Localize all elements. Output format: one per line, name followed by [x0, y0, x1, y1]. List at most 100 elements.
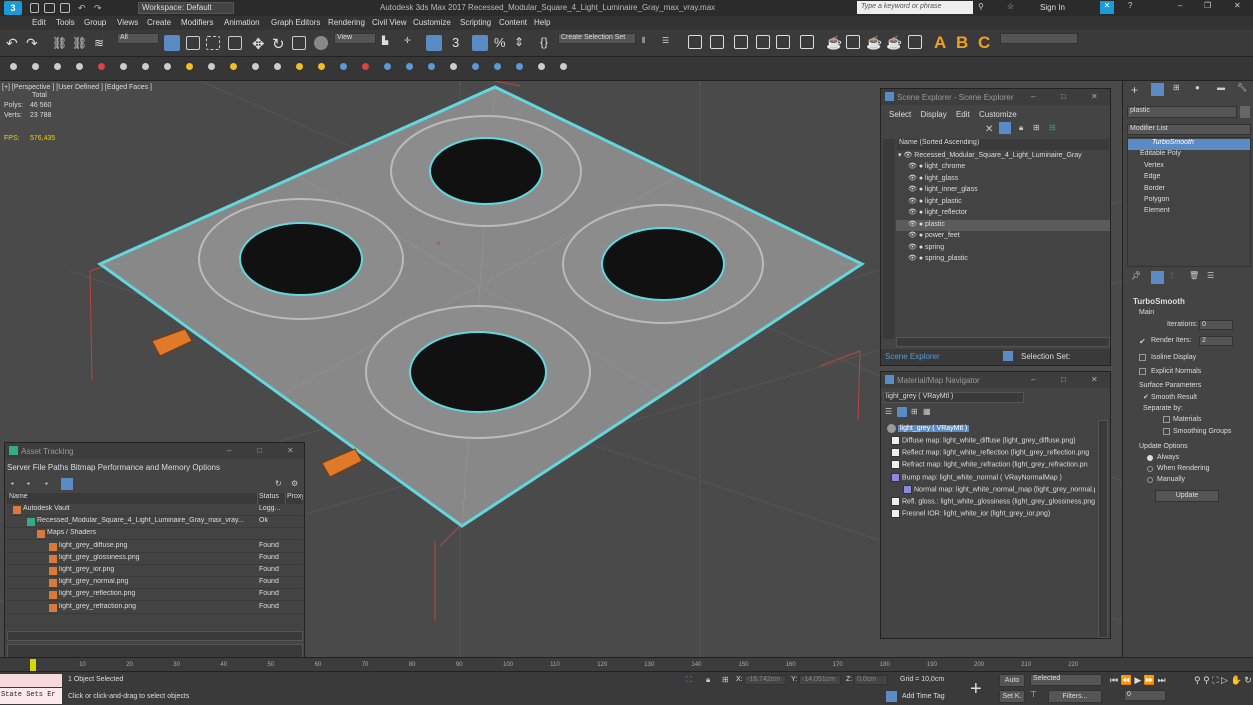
- materials-checkbox[interactable]: [1163, 416, 1170, 423]
- menu-customize[interactable]: Customize: [979, 110, 1017, 119]
- minimize-icon[interactable]: –: [1178, 1, 1182, 10]
- iterations-spinner[interactable]: 0: [1199, 320, 1233, 330]
- go-to-end-icon[interactable]: ⏭: [1158, 675, 1166, 685]
- save-file-icon[interactable]: [60, 3, 70, 13]
- material-map-row[interactable]: Diffuse map: light_white_diffuse (light_…: [891, 436, 1095, 447]
- redo-icon[interactable]: ↷: [94, 3, 104, 13]
- table-view-icon[interactable]: ▪: [11, 479, 14, 488]
- scene-explorer-dropdown[interactable]: Scene Explorer: [885, 352, 940, 361]
- configure-sets-icon[interactable]: ☰: [1207, 271, 1214, 280]
- z-coordinate[interactable]: 0,0cm: [854, 675, 888, 685]
- previous-frame-icon[interactable]: ⏪: [1121, 675, 1132, 685]
- explorer-hscroll[interactable]: [896, 337, 1110, 347]
- binoculars-icon[interactable]: ⚲: [978, 2, 984, 11]
- render-production-icon[interactable]: ☕: [866, 35, 882, 50]
- ribbon-tool-icon[interactable]: [98, 63, 105, 70]
- explicit-checkbox[interactable]: [1139, 368, 1146, 375]
- create-tab-icon[interactable]: +: [1131, 83, 1138, 97]
- lock-icon[interactable]: 🔒︎: [1019, 123, 1023, 133]
- ribbon-tool-icon[interactable]: [494, 63, 501, 70]
- current-frame-field[interactable]: 0: [1124, 690, 1166, 701]
- workspace-dropdown[interactable]: Workspace: Default: [138, 2, 234, 14]
- scale-icon[interactable]: [292, 36, 306, 50]
- auto-key-button[interactable]: Auto: [999, 674, 1025, 687]
- visibility-eye-icon[interactable]: 👁: [908, 244, 919, 251]
- ribbon-tool-icon[interactable]: [406, 63, 413, 70]
- menu-display[interactable]: Display: [920, 110, 946, 119]
- minimize-icon[interactable]: –: [227, 446, 231, 455]
- details-view-icon[interactable]: [61, 478, 73, 490]
- help-icon[interactable]: ?: [1128, 1, 1132, 10]
- scene-item-power-feet[interactable]: 👁 ● power_feet: [896, 231, 1110, 242]
- ribbon-tool-icon[interactable]: [164, 63, 171, 70]
- asset-row[interactable]: Recessed_Modular_Square_4_Light_Luminair…: [7, 517, 303, 529]
- snaps-toggle-icon[interactable]: 3: [452, 35, 466, 50]
- visibility-eye-icon[interactable]: 👁: [908, 175, 919, 182]
- clear-filter-icon[interactable]: ✕: [985, 124, 993, 135]
- zoom-icon[interactable]: ⚲: [1194, 675, 1201, 685]
- asset-row[interactable]: light_grey_normal.png Found: [7, 578, 303, 590]
- menu-help[interactable]: Help: [534, 18, 550, 27]
- menu-views[interactable]: Views: [117, 18, 138, 27]
- select-object-icon[interactable]: [164, 35, 180, 51]
- menu-edit[interactable]: Edit: [956, 110, 970, 119]
- menu-scripting[interactable]: Scripting: [460, 18, 491, 27]
- sign-in-link[interactable]: Sign In: [1040, 3, 1065, 12]
- rendered-frame-icon[interactable]: [846, 35, 860, 49]
- schematic-view-icon[interactable]: [776, 35, 790, 49]
- asset-path-field[interactable]: [7, 644, 303, 658]
- scene-root-row[interactable]: ▾ 👁 Recessed_Modular_Square_4_Light_Lumi…: [896, 151, 1110, 162]
- close-icon[interactable]: ✕: [287, 446, 294, 455]
- percent-snap-icon[interactable]: %: [494, 35, 508, 50]
- maximize-icon[interactable]: □: [257, 446, 262, 455]
- modifier-border[interactable]: Border: [1128, 185, 1250, 196]
- scene-item-light-glass[interactable]: 👁 ● light_glass: [896, 174, 1110, 185]
- new-file-icon[interactable]: [30, 3, 39, 13]
- undo-icon[interactable]: ↶: [6, 36, 20, 50]
- open-file-icon[interactable]: [44, 3, 55, 13]
- unlink-icon[interactable]: ⛓: [72, 36, 87, 50]
- select-by-name-icon[interactable]: [186, 36, 200, 50]
- menu-customize[interactable]: Customize: [413, 18, 451, 27]
- remove-modifier-icon[interactable]: 🗑︎: [1189, 271, 1199, 280]
- mirror-icon[interactable]: ⫴: [642, 36, 656, 50]
- render-iters-spinner[interactable]: 2: [1199, 336, 1233, 346]
- modifier-editable-poly[interactable]: Editable Poly: [1128, 150, 1250, 161]
- asset-row[interactable]: light_grey_diffuse.png Found: [7, 542, 303, 553]
- hierarchy-icon[interactable]: ⊞: [1033, 123, 1040, 132]
- keyboard-shortcut-icon[interactable]: [426, 35, 442, 51]
- material-map-row[interactable]: Refract map: light_white_refraction (lig…: [891, 460, 1095, 471]
- visibility-eye-icon[interactable]: 👁: [908, 232, 919, 239]
- list-icons-view-icon[interactable]: [897, 407, 907, 417]
- scene-item-light-plastic[interactable]: 👁 ● light_plastic: [896, 197, 1110, 208]
- manually-radio[interactable]: [1147, 477, 1153, 483]
- modifier-polygon[interactable]: Polygon: [1128, 196, 1250, 207]
- y-coordinate[interactable]: -14,051cm: [799, 675, 841, 685]
- add-time-tag[interactable]: Add Time Tag: [902, 693, 945, 700]
- reference-coordinate-dropdown[interactable]: View: [334, 33, 376, 44]
- menu-civil-view[interactable]: Civil View: [372, 18, 407, 27]
- scene-explorer-icon[interactable]: [734, 35, 748, 49]
- asset-row[interactable]: Maps / Shaders: [7, 529, 303, 541]
- checkbox-icon[interactable]: ✔: [1139, 337, 1146, 346]
- menu-tools[interactable]: Tools: [56, 18, 75, 27]
- options-icon[interactable]: ⚙: [291, 479, 298, 488]
- visibility-eye-icon[interactable]: 👁: [908, 255, 919, 262]
- pivot-icon[interactable]: ▙: [382, 36, 396, 50]
- absolute-mode-icon[interactable]: ⊞: [722, 675, 729, 684]
- maxscript-listener[interactable]: State Sets Er: [0, 688, 62, 704]
- ribbon-tool-icon[interactable]: [120, 63, 127, 70]
- ribbon-tool-icon[interactable]: [340, 63, 347, 70]
- filters-button[interactable]: Filters...: [1048, 690, 1102, 703]
- menu-edit[interactable]: Edit: [32, 18, 46, 27]
- selection-filter-dropdown[interactable]: All: [117, 33, 159, 44]
- column-proxy[interactable]: Proxy: [285, 493, 303, 504]
- rotate-icon[interactable]: ↻: [272, 35, 286, 53]
- link-icon[interactable]: ⛓: [52, 36, 67, 50]
- modifier-edge[interactable]: Edge: [1128, 173, 1250, 184]
- motion-tab-icon[interactable]: ●: [1195, 83, 1200, 92]
- play-icon[interactable]: ▶: [1134, 675, 1141, 685]
- refresh-icon[interactable]: ↻: [275, 479, 282, 488]
- display-tab-icon[interactable]: ▬: [1217, 83, 1225, 92]
- menu-content[interactable]: Content: [499, 18, 527, 27]
